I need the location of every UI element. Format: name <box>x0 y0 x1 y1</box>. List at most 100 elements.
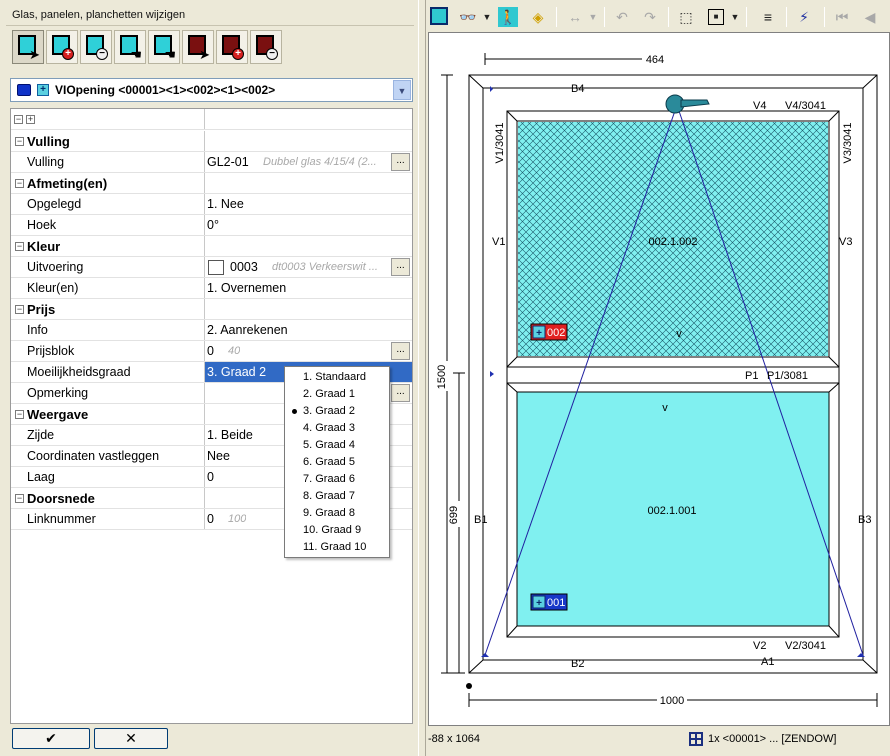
label-v4-full: V4/3041 <box>785 100 826 112</box>
drawing-canvas[interactable]: 464 1500 699 B4 V4 V4/3041 V1/3041 V3/30… <box>428 32 890 726</box>
property-value[interactable]: 3. Graad 2 <box>207 365 266 379</box>
remove-filling-button[interactable]: − <box>80 30 112 64</box>
hand-cursor-icon: ☚ <box>164 47 176 62</box>
lower-pane-label: 002.1.001 <box>648 505 697 517</box>
frame-view-icon[interactable] <box>430 7 448 25</box>
property-category[interactable]: − Prijs <box>11 299 412 320</box>
person-icon[interactable]: 🚶 <box>498 7 518 27</box>
property-label: Moeilijkheidsgraad <box>27 365 131 379</box>
collapse-icon[interactable]: − <box>15 410 24 419</box>
panel-splitter[interactable] <box>418 0 426 756</box>
dropdown-option[interactable]: 6. Graad 5 <box>303 454 355 471</box>
cancel-button[interactable]: ✕ <box>94 728 168 749</box>
property-category[interactable]: − Kleur <box>11 236 412 257</box>
property-row[interactable]: Info 2. Aanrekenen <box>11 320 412 341</box>
upper-pane-label: 002.1.002 <box>649 236 698 248</box>
chevron-down-icon[interactable]: ▼ <box>482 7 492 27</box>
ellipsis-button[interactable]: ... <box>391 153 410 171</box>
collapse-icon[interactable]: − <box>15 305 24 314</box>
upper-pane-arrow: v <box>676 328 682 340</box>
lower-pane-tag[interactable]: + 001 <box>530 593 568 611</box>
zoom-window-icon[interactable]: ⬚ <box>676 7 696 27</box>
object-color-icon <box>17 84 31 96</box>
upper-pane-tag[interactable]: + 002 <box>530 323 568 341</box>
property-value[interactable]: 0° <box>207 218 219 232</box>
dropdown-option-label: 6. Graad 5 <box>303 456 355 468</box>
property-row[interactable]: Vulling GL2-01 Dubbel glas 4/15/4 (2...... <box>11 152 412 173</box>
zoom-fit-icon[interactable]: ■ <box>708 9 724 25</box>
property-label: Vulling <box>27 155 65 169</box>
property-row[interactable]: Opgelegd 1. Nee <box>11 194 412 215</box>
property-label: Laag <box>27 470 55 484</box>
dropdown-option[interactable]: 4. Graad 3 <box>303 420 355 437</box>
align-icon[interactable]: ≡ <box>758 7 778 27</box>
dropdown-option-label: 8. Graad 7 <box>303 490 355 502</box>
collapse-all-icon[interactable]: − <box>14 115 23 124</box>
dropdown-option[interactable]: 8. Graad 7 <box>303 488 355 505</box>
property-value[interactable]: 0 <box>207 470 214 484</box>
first-page-icon: ⏮ <box>835 9 849 25</box>
object-selector[interactable]: + VIOpening <00001><1><002><1><002> ▼ <box>10 78 413 102</box>
label-b2: B2 <box>571 658 584 670</box>
property-value[interactable]: 0003 <box>230 260 258 274</box>
property-label: Coordinaten vastleggen <box>27 449 160 463</box>
add-filling-button[interactable]: + <box>46 30 78 64</box>
dropdown-option[interactable]: 7. Graad 6 <box>303 471 355 488</box>
dropdown-option-label: 3. Graad 2 <box>303 405 355 417</box>
grid-icon <box>689 732 703 746</box>
dropdown-option[interactable]: 2. Graad 1 <box>303 386 355 403</box>
dropdown-option-label: 7. Graad 6 <box>303 473 355 485</box>
chevron-down-icon[interactable]: ▼ <box>730 7 740 27</box>
property-value[interactable]: GL2-01 <box>207 155 249 169</box>
collapse-icon[interactable]: − <box>15 179 24 188</box>
dropdown-option[interactable]: 3. Graad 2 <box>292 403 355 420</box>
glasses-icon[interactable]: 👓 <box>456 7 480 27</box>
lower-pane-arrow: v <box>662 402 668 414</box>
collapse-icon[interactable]: − <box>15 494 24 503</box>
add-panel-button[interactable]: + <box>216 30 248 64</box>
property-value[interactable]: 1. Beide <box>207 428 253 442</box>
property-row[interactable]: Kleur(en) 1. Overnemen <box>11 278 412 299</box>
select-panel-button[interactable]: ➤ <box>182 30 214 64</box>
ellipsis-button[interactable]: ... <box>391 342 410 360</box>
ellipsis-button[interactable]: ... <box>391 384 410 402</box>
dropdown-option-label: 2. Graad 1 <box>303 388 355 400</box>
expand-all-icon[interactable]: + <box>26 115 35 124</box>
ellipsis-button[interactable]: ... <box>391 258 410 276</box>
select-filling-button[interactable]: ➤ <box>12 30 44 64</box>
layers-icon[interactable]: ◈ <box>528 7 548 27</box>
object-selector-label: VIOpening <00001><1><002><1><002> <box>55 83 276 97</box>
property-row[interactable]: Uitvoering 0003 dt0003 Verkeerswit ...... <box>11 257 412 278</box>
category-label: Kleur <box>27 239 61 254</box>
window-title: Glas, panelen, planchetten wijzigen <box>6 4 414 26</box>
property-value[interactable]: 1. Overnemen <box>207 281 286 295</box>
property-category[interactable]: − Afmeting(en) <box>11 173 412 194</box>
chevron-down-icon[interactable]: ▼ <box>393 80 411 100</box>
collapse-icon[interactable]: − <box>15 242 24 251</box>
dropdown-option[interactable]: 5. Graad 4 <box>303 437 355 454</box>
property-row[interactable]: Hoek 0° <box>11 215 412 236</box>
property-row[interactable]: Prijsblok 0 40... <box>11 341 412 362</box>
remove-panel-button[interactable]: − <box>250 30 282 64</box>
property-value[interactable]: 2. Aanrekenen <box>207 323 288 337</box>
label-v2: V2 <box>753 640 766 652</box>
ok-button[interactable]: ✔ <box>12 728 90 749</box>
property-value[interactable]: 0 <box>207 512 214 526</box>
pick-filling-button[interactable]: ☚ <box>148 30 180 64</box>
query-filling-button[interactable]: ☚ <box>114 30 146 64</box>
dropdown-option[interactable]: 11. Graad 10 <box>303 539 366 556</box>
lightning-icon[interactable]: ⚡ <box>794 7 814 27</box>
dropdown-option[interactable]: 10. Graad 9 <box>303 522 361 539</box>
property-hint: 100 <box>228 513 247 525</box>
property-category[interactable]: − Vulling <box>11 131 412 152</box>
category-label: Doorsnede <box>27 491 95 506</box>
status-info: 1x <00001> ... [ZENDOW] <box>708 733 837 745</box>
dropdown-option[interactable]: 1. Standaard <box>303 369 366 386</box>
collapse-icon[interactable]: − <box>15 137 24 146</box>
color-swatch <box>208 260 224 275</box>
property-value[interactable]: Nee <box>207 449 230 463</box>
status-bar: -88 x 1064 1x <00001> ... [ZENDOW] <box>428 728 890 752</box>
dropdown-option[interactable]: 9. Graad 8 <box>303 505 355 522</box>
property-value[interactable]: 0 <box>207 344 214 358</box>
property-value[interactable]: 1. Nee <box>207 197 244 211</box>
